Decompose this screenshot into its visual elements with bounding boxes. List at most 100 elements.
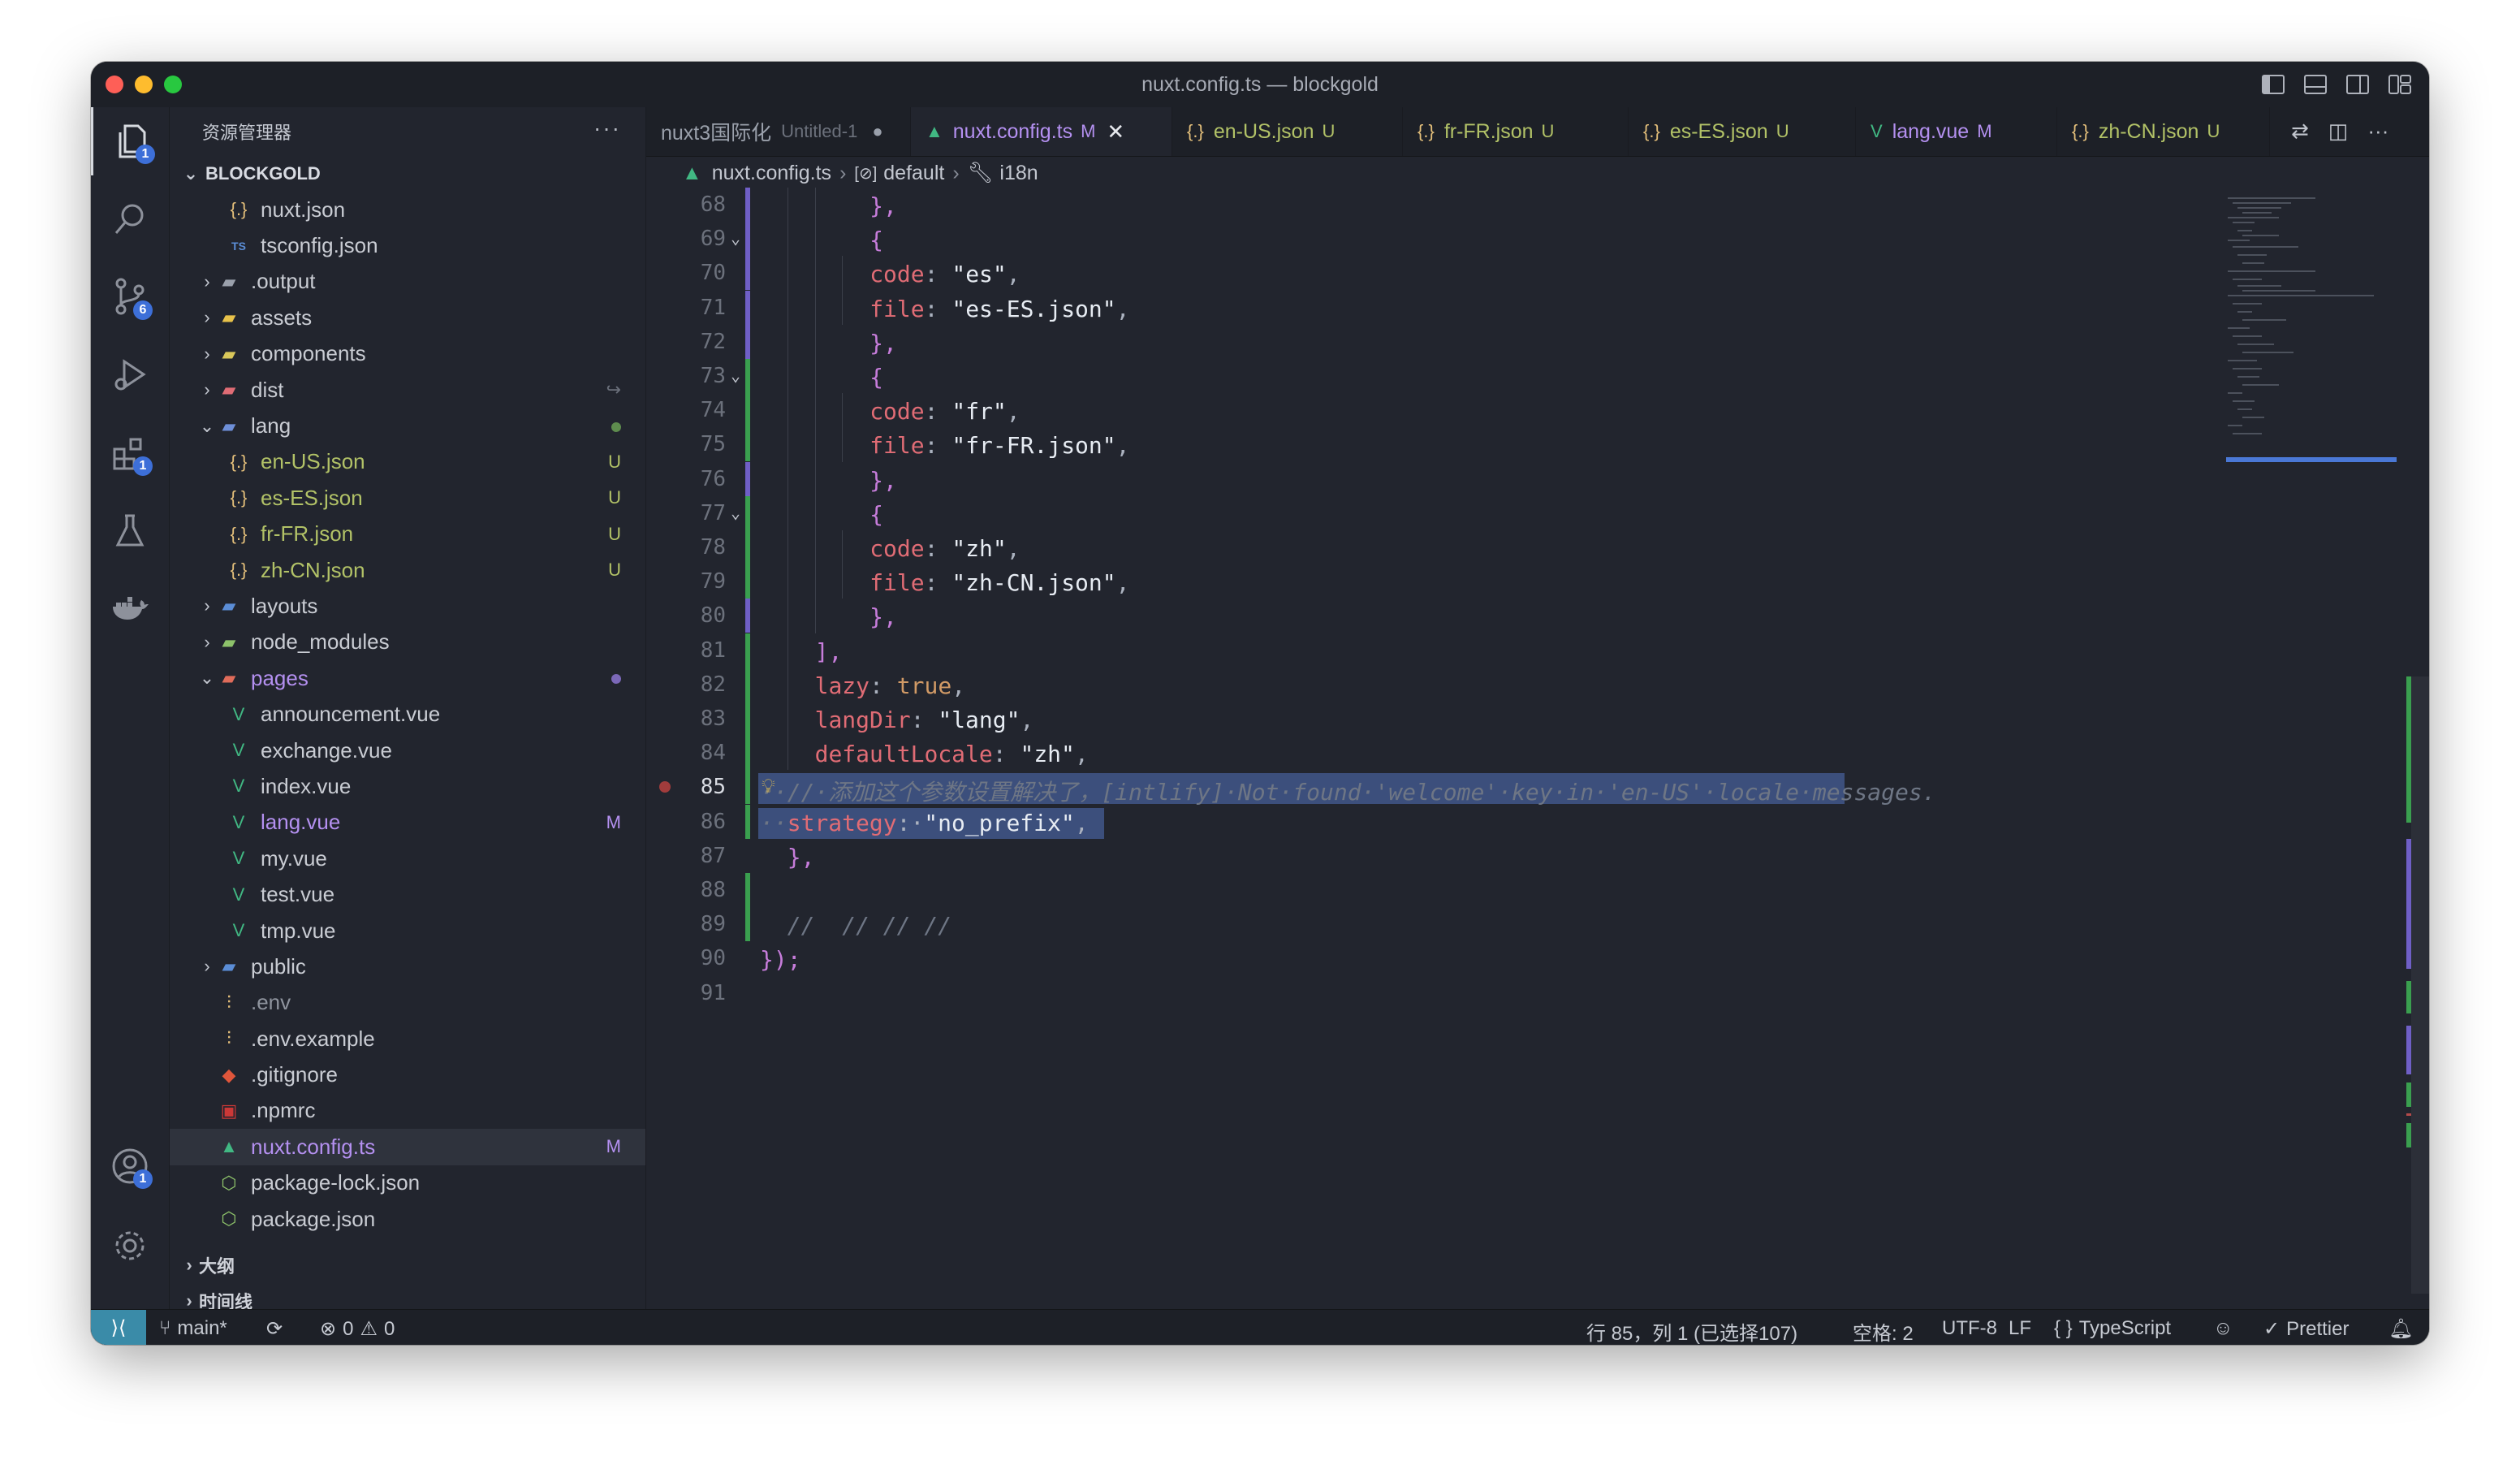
tree-item[interactable]: › ▰ components xyxy=(170,336,645,372)
git-change-indicator[interactable] xyxy=(745,324,750,359)
git-change-indicator[interactable] xyxy=(745,599,750,633)
problems-indicator[interactable]: ⊗ 0 ⚠ 0 xyxy=(320,1317,395,1341)
editor-tab[interactable]: nuxt3国际化 Untitled-1 ● xyxy=(646,107,911,156)
tree-item[interactable]: ⌄ ▰ lang xyxy=(170,408,645,443)
git-change-indicator[interactable] xyxy=(745,290,750,325)
outline-section[interactable]: › 大纲 xyxy=(170,1247,645,1283)
git-change-indicator[interactable] xyxy=(745,393,750,428)
toggle-primary-sidebar-icon[interactable] xyxy=(2260,71,2286,97)
prettier-status[interactable]: ✓ Prettier xyxy=(2263,1317,2349,1341)
git-change-indicator[interactable] xyxy=(745,256,750,291)
tree-item[interactable]: {.} en-US.json U xyxy=(170,444,645,480)
extensions-activity[interactable]: 1 xyxy=(91,419,169,487)
tree-item[interactable]: ⬡ package.json xyxy=(170,1201,645,1237)
git-change-indicator[interactable] xyxy=(745,461,750,496)
tree-item[interactable]: Vtest.vue xyxy=(170,876,645,912)
tree-item[interactable]: › ▰ node_modules xyxy=(170,624,645,660)
split-editor-icon[interactable]: ◫ xyxy=(2328,119,2349,144)
tree-item[interactable]: ⌄ ▰ pages xyxy=(170,660,645,696)
tree-item[interactable]: › ▰ assets xyxy=(170,300,645,335)
tree-item[interactable]: Vexchange.vue xyxy=(170,732,645,768)
editor-tab[interactable]: {.} es-ES.json U xyxy=(1629,107,1856,156)
tree-item[interactable]: › ▰ public xyxy=(170,949,645,984)
source-control-activity[interactable]: 6 xyxy=(91,263,169,331)
close-tab-icon[interactable]: ✕ xyxy=(1107,119,1124,145)
notifications-button[interactable]: 🔔︎ xyxy=(2388,1317,2413,1341)
git-change-indicator[interactable] xyxy=(745,530,750,564)
editor-tab[interactable]: ▲ nuxt.config.ts M ✕ xyxy=(911,107,1172,156)
git-change-indicator[interactable] xyxy=(745,770,750,805)
tree-item[interactable]: Vlang.vue M xyxy=(170,805,645,841)
git-change-indicator[interactable] xyxy=(745,427,750,462)
git-change-indicator[interactable] xyxy=(745,564,750,599)
tree-item[interactable]: Vmy.vue xyxy=(170,841,645,876)
tree-item[interactable]: {.} fr-FR.json U xyxy=(170,516,645,552)
git-change-indicator[interactable] xyxy=(745,873,750,907)
explorer-more-actions[interactable]: ··· xyxy=(593,115,621,141)
branch-indicator[interactable]: ⑂ main* xyxy=(159,1317,227,1340)
run-debug-activity[interactable] xyxy=(91,341,169,409)
tree-item[interactable]: › ▰ layouts xyxy=(170,588,645,624)
tree-item[interactable]: {.} es-ES.json U xyxy=(170,480,645,516)
tree-item[interactable]: ◆ .gitignore xyxy=(170,1057,645,1092)
editor-tab[interactable]: {.} fr-FR.json U xyxy=(1403,107,1629,156)
tree-item[interactable]: › ▰ .output xyxy=(170,264,645,300)
customize-layout-icon[interactable] xyxy=(2387,71,2413,97)
fold-chevron-icon[interactable]: ⌄ xyxy=(731,503,740,522)
breadcrumb-symbol-i18n[interactable]: i18n xyxy=(999,162,1038,185)
scrollbar-thumb[interactable] xyxy=(2411,676,2429,1294)
language-mode[interactable]: { } TypeScript xyxy=(2054,1317,2171,1340)
copilot-status[interactable]: ☺ xyxy=(2213,1317,2233,1340)
tree-item[interactable]: TS tsconfig.json xyxy=(170,227,645,263)
tree-item[interactable]: Vtmp.vue xyxy=(170,913,645,949)
manage-activity[interactable] xyxy=(91,1212,169,1280)
git-change-indicator[interactable] xyxy=(745,907,750,942)
git-change-indicator[interactable] xyxy=(745,188,750,222)
minimap[interactable] xyxy=(2220,189,2406,514)
explorer-activity[interactable]: 1 xyxy=(91,107,171,175)
testing-activity[interactable] xyxy=(91,497,169,565)
end-of-line[interactable]: LF xyxy=(2009,1317,2031,1340)
editor-tab[interactable]: Vlang.vue M xyxy=(1856,107,2057,156)
git-change-indicator[interactable] xyxy=(745,736,750,771)
indentation[interactable]: 空格: 2 xyxy=(1853,1317,1914,1345)
tree-item[interactable]: Vindex.vue xyxy=(170,768,645,804)
tree-item[interactable]: ⫶ .env.example xyxy=(170,1021,645,1057)
editor-tab[interactable]: {.} en-US.json U xyxy=(1172,107,1403,156)
tree-item[interactable]: Vannouncement.vue xyxy=(170,696,645,732)
workspace-root[interactable]: ⌄ BLOCKGOLD xyxy=(170,156,645,192)
fold-chevron-icon[interactable]: ⌄ xyxy=(731,365,740,385)
tree-item[interactable]: ▲ nuxt.config.ts M xyxy=(170,1129,645,1165)
editor-scrollbar[interactable] xyxy=(2406,189,2429,1309)
git-change-indicator[interactable] xyxy=(745,804,750,839)
toggle-secondary-sidebar-icon[interactable] xyxy=(2345,71,2371,97)
more-actions-icon[interactable]: ··· xyxy=(2367,119,2388,144)
tree-item[interactable]: ▣ .npmrc xyxy=(170,1093,645,1129)
breadcrumb-symbol-default[interactable]: default xyxy=(883,162,944,185)
sync-button[interactable]: ⟳ xyxy=(266,1317,283,1341)
compare-changes-icon[interactable]: ⇄ xyxy=(2291,119,2309,144)
tree-item[interactable]: {.} zh-CN.json U xyxy=(170,552,645,588)
git-change-indicator[interactable] xyxy=(745,359,750,393)
git-change-indicator[interactable] xyxy=(745,667,750,702)
tree-item[interactable]: ⫶ .env xyxy=(170,985,645,1021)
tree-item[interactable]: {.} nuxt.json xyxy=(170,192,645,227)
git-change-indicator[interactable] xyxy=(745,702,750,736)
git-change-indicator[interactable] xyxy=(745,495,750,530)
cursor-position[interactable]: 行 85，列 1 (已选择107) xyxy=(1586,1317,1797,1345)
tree-item[interactable]: › ▰ dist ↪ xyxy=(170,372,645,408)
encoding[interactable]: UTF-8 xyxy=(1942,1317,1997,1340)
accounts-activity[interactable]: 1 xyxy=(91,1132,169,1200)
breadcrumb-file[interactable]: nuxt.config.ts xyxy=(712,162,831,185)
lightbulb-icon[interactable]: 💡︎ xyxy=(762,775,775,797)
git-change-indicator[interactable] xyxy=(745,633,750,668)
code-editor[interactable]: 68 }, 69 ⌄ {70 code: "es", 71 file: "es-ES.js… xyxy=(646,188,2429,1309)
toggle-panel-icon[interactable] xyxy=(2302,71,2328,97)
remote-indicator[interactable]: ⟩⟨ xyxy=(91,1310,146,1345)
git-change-indicator[interactable] xyxy=(745,222,750,257)
tree-item[interactable]: ⬡ package-lock.json xyxy=(170,1165,645,1201)
fold-chevron-icon[interactable]: ⌄ xyxy=(731,228,740,248)
editor-tab[interactable]: {.} zh-CN.json U xyxy=(2057,107,2270,156)
docker-activity[interactable] xyxy=(91,575,169,643)
search-activity[interactable] xyxy=(91,185,169,253)
